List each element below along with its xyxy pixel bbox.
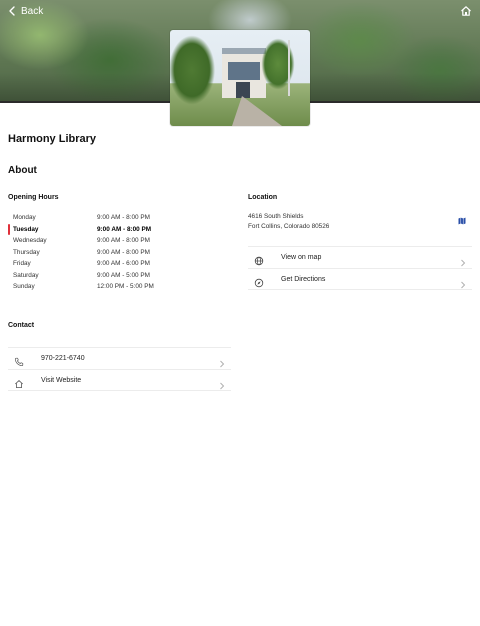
- library-photo: [170, 30, 310, 126]
- hours-row-monday: Monday 9:00 AM - 8:00 PM: [8, 212, 228, 224]
- photo-tree-left: [170, 30, 224, 126]
- location-actions: View on map Get Directions: [248, 246, 472, 290]
- hours-day: Saturday: [13, 271, 39, 279]
- phone-icon: [14, 354, 24, 367]
- address-line1: 4616 South Shields: [248, 213, 304, 220]
- hours-day: Wednesday: [13, 237, 47, 245]
- about-heading: About: [8, 165, 37, 176]
- opening-hours-table: Monday 9:00 AM - 8:00 PM Tuesday 9:00 AM…: [8, 212, 228, 293]
- chevron-right-icon: [460, 276, 466, 289]
- opening-hours-heading: Opening Hours: [8, 194, 59, 201]
- hours-time: 9:00 AM - 8:00 PM: [97, 225, 152, 233]
- contact-actions: 970-221-6740 Visit Website: [8, 347, 231, 391]
- back-button[interactable]: Back: [6, 4, 43, 18]
- home-icon: [14, 376, 24, 388]
- hours-row-thursday: Thursday 9:00 AM - 8:00 PM: [8, 247, 228, 259]
- globe-icon: [254, 253, 264, 266]
- chevron-right-icon: [219, 377, 225, 390]
- hours-time: 12:00 PM - 5:00 PM: [97, 283, 154, 291]
- view-on-map-label: View on map: [281, 254, 322, 261]
- today-marker: [8, 223, 10, 235]
- address: 4616 South Shields Fort Collins, Colorad…: [248, 212, 329, 232]
- location-heading: Location: [248, 194, 278, 201]
- home-icon: [461, 6, 471, 16]
- hours-row-friday: Friday 9:00 AM - 6:00 PM: [8, 258, 228, 270]
- hours-row-saturday: Saturday 9:00 AM - 5:00 PM: [8, 270, 228, 282]
- hours-time: 9:00 AM - 8:00 PM: [97, 237, 150, 245]
- map-icon[interactable]: [458, 212, 466, 225]
- hours-day: Sunday: [13, 283, 35, 291]
- hours-day: Friday: [13, 260, 31, 268]
- hours-time: 9:00 AM - 8:00 PM: [97, 248, 150, 256]
- hours-day: Thursday: [13, 248, 40, 256]
- chevron-right-icon: [460, 254, 466, 267]
- contact-heading: Contact: [8, 322, 35, 329]
- home-button[interactable]: [460, 4, 472, 16]
- compass-icon: [254, 275, 264, 288]
- hours-row-wednesday: Wednesday 9:00 AM - 8:00 PM: [8, 235, 228, 247]
- visit-website-row[interactable]: Visit Website: [8, 369, 231, 391]
- address-line2: Fort Collins, Colorado 80526: [248, 223, 330, 230]
- hours-day: Monday: [13, 214, 36, 222]
- phone-row[interactable]: 970-221-6740: [8, 347, 231, 369]
- hours-time: 9:00 AM - 8:00 PM: [97, 214, 150, 222]
- hours-row-tuesday: Tuesday 9:00 AM - 8:00 PM: [8, 223, 228, 236]
- chevron-right-icon: [219, 355, 225, 368]
- get-directions-label: Get Directions: [281, 275, 326, 283]
- photo-lamp-pole: [288, 40, 290, 96]
- hours-row-sunday: Sunday 12:00 PM - 5:00 PM: [8, 281, 228, 293]
- hours-time: 9:00 AM - 5:00 PM: [97, 271, 150, 279]
- photo-tree-right: [256, 34, 302, 104]
- chevron-left-icon: [6, 5, 18, 17]
- phone-number: 970-221-6740: [41, 355, 85, 362]
- get-directions-row[interactable]: Get Directions: [248, 268, 472, 290]
- hours-day: Tuesday: [13, 225, 39, 233]
- view-on-map-row[interactable]: View on map: [248, 246, 472, 268]
- visit-website-label: Visit Website: [41, 376, 82, 384]
- library-name: Harmony Library: [8, 133, 97, 145]
- hours-time: 9:00 AM - 6:00 PM: [97, 260, 150, 268]
- back-label: Back: [21, 5, 44, 17]
